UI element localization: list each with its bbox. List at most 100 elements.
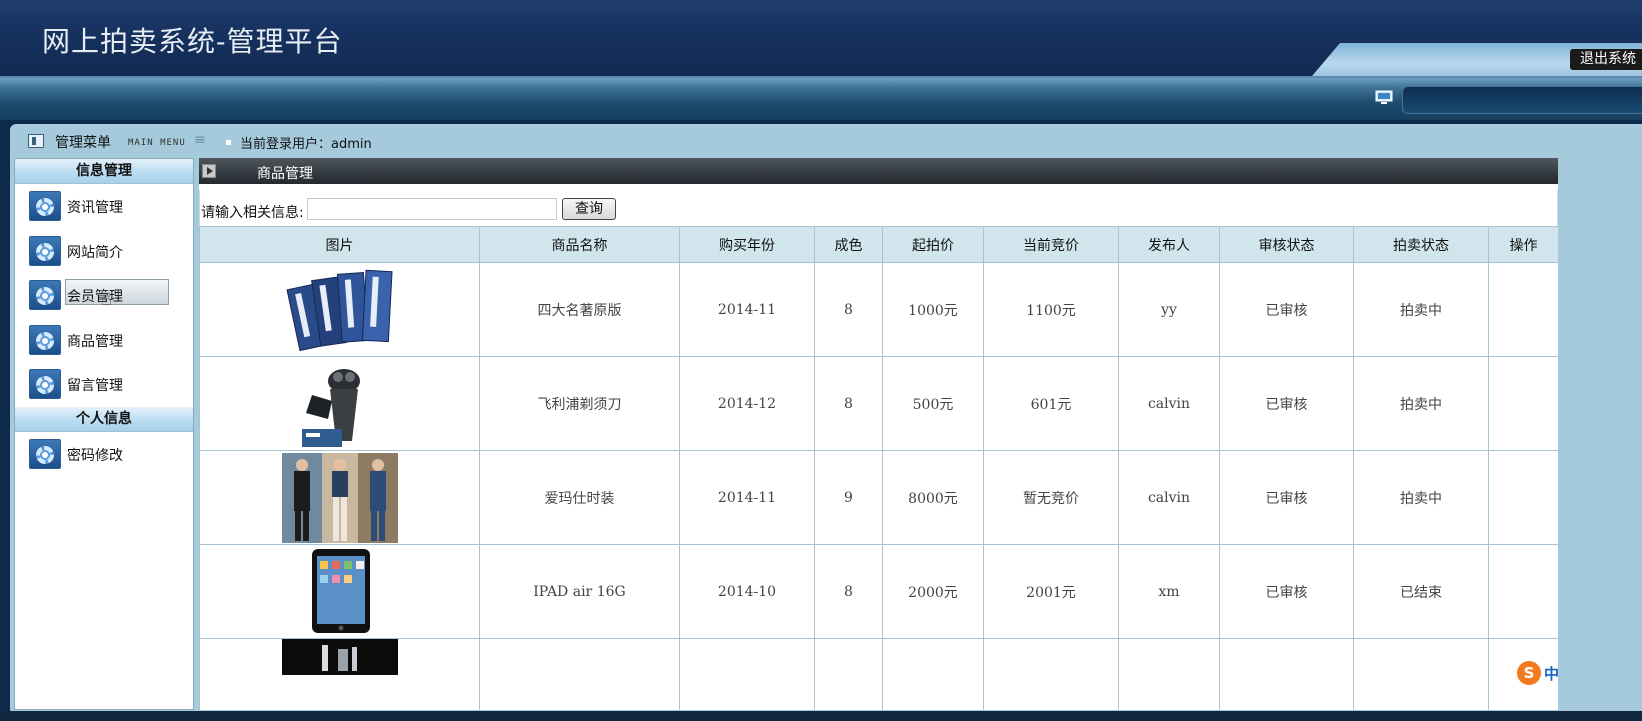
- image-cell: [199, 638, 480, 710]
- gear-icon: [29, 235, 61, 266]
- publisher-cell: [1118, 638, 1220, 710]
- publisher-cell: calvin: [1118, 450, 1220, 545]
- table-row[interactable]: [199, 638, 1558, 710]
- condition-cell: 8: [814, 262, 883, 357]
- review-status-cell: 已审核: [1219, 356, 1354, 451]
- review-status-cell: [1219, 638, 1354, 710]
- sidebar-item-members[interactable]: 会员管理 ☝: [15, 273, 193, 318]
- fashion-photo: [281, 452, 398, 543]
- auction-status-cell: 拍卖中: [1353, 356, 1489, 451]
- top-bar: 管理菜单 MAIN MENU ≡ 当前登录用户：admin: [10, 124, 1642, 160]
- action-cell[interactable]: [1488, 544, 1558, 639]
- column-header: 当前竞价: [983, 226, 1119, 263]
- product-name-cell: 飞利浦剃须刀: [479, 356, 680, 451]
- condition-cell: 8: [814, 356, 883, 451]
- search-button[interactable]: 查询: [562, 198, 616, 220]
- table-row[interactable]: 飞利浦剃须刀 2014-12 8 500元 601元 calvin 已审核 拍卖…: [199, 356, 1558, 451]
- image-cell: [199, 450, 480, 545]
- books-photo: [281, 264, 398, 355]
- sogou-logo-icon: S: [1517, 661, 1541, 685]
- panel-title: 商品管理: [257, 166, 313, 182]
- column-header: 操作: [1488, 226, 1558, 263]
- monitor-icon: [1375, 90, 1393, 104]
- main-panel: 商品管理 请输入相关信息: 查询 图片 商品名称 购买年份 成色 起拍价 当前竞…: [199, 158, 1558, 710]
- year-cell: [679, 638, 815, 710]
- action-cell[interactable]: [1488, 450, 1558, 545]
- sidebar-item-label: 资讯管理: [67, 200, 123, 216]
- sidebar-item-label: 商品管理: [67, 333, 123, 350]
- play-icon: [202, 164, 216, 178]
- list-icon[interactable]: ≡: [194, 132, 206, 148]
- table-row[interactable]: IPAD air 16G 2014-10 8 2000元 2001元 xm 已审…: [199, 544, 1558, 639]
- condition-cell: 9: [814, 450, 883, 545]
- auction-status-cell: 拍卖中: [1353, 262, 1489, 357]
- year-cell: 2014-11: [679, 262, 815, 357]
- start-price-cell: 8000元: [882, 450, 984, 545]
- review-status-cell: 已审核: [1219, 450, 1354, 545]
- sidebar-item-goods[interactable]: 商品管理: [15, 318, 193, 363]
- right-scroll-area[interactable]: [1562, 158, 1642, 710]
- action-cell[interactable]: [1488, 262, 1558, 357]
- column-header: 购买年份: [679, 226, 815, 263]
- current-bid-cell: 1100元: [983, 262, 1119, 357]
- sidebar-item-password[interactable]: 密码修改: [15, 432, 193, 477]
- year-cell: 2014-11: [679, 450, 815, 545]
- start-price-cell: [882, 638, 984, 710]
- start-price-cell: 2000元: [882, 544, 984, 639]
- ime-indicator[interactable]: S 中: [1517, 660, 1567, 686]
- search-input[interactable]: [307, 198, 557, 220]
- sidebar-section-personal[interactable]: 个人信息: [15, 406, 193, 432]
- column-header: 审核状态: [1219, 226, 1354, 263]
- condition-cell: [814, 638, 883, 710]
- logout-button[interactable]: 退出系统: [1570, 49, 1642, 70]
- sidebar-item-label: 留言管理: [67, 378, 123, 394]
- image-cell: [199, 544, 480, 639]
- publisher-cell: yy: [1118, 262, 1220, 357]
- gear-icon: [29, 324, 61, 355]
- auction-status-cell: 拍卖中: [1353, 450, 1489, 545]
- image-cell: [199, 262, 480, 357]
- publisher-cell: xm: [1118, 544, 1220, 639]
- gear-icon: [29, 438, 61, 469]
- nav-band: [0, 78, 1642, 120]
- year-cell: 2014-10: [679, 544, 815, 639]
- search-label: 请输入相关信息:: [201, 205, 304, 221]
- sidebar-item-label: 网站简介: [67, 244, 123, 261]
- menu-title: 管理菜单: [55, 135, 111, 151]
- product-name-cell: 爱玛仕时装: [479, 450, 680, 545]
- column-header: 起拍价: [882, 226, 984, 263]
- search-bar: 请输入相关信息: 查询: [199, 190, 1558, 226]
- menu-icon: [28, 134, 44, 148]
- sidebar-item-site-intro[interactable]: 网站简介: [15, 229, 193, 274]
- panel-header: 商品管理: [199, 158, 1558, 184]
- sidebar: 信息管理 资讯管理 网站简介 会员管理 ☝ 商品管理 留言管理 个人信息 密码修…: [14, 158, 194, 710]
- product-name-cell: IPAD air 16G: [479, 544, 680, 639]
- current-bid-cell: 601元: [983, 356, 1119, 451]
- sidebar-item-messages[interactable]: 留言管理: [15, 362, 193, 407]
- shaver-photo: [281, 358, 398, 449]
- start-price-cell: 500元: [882, 356, 984, 451]
- ipad-photo: [281, 546, 398, 637]
- sidebar-section-info[interactable]: 信息管理: [15, 159, 193, 184]
- column-header: 发布人: [1118, 226, 1220, 263]
- table-row[interactable]: 爱玛仕时装 2014-11 9 8000元 暂无竞价 calvin 已审核 拍卖…: [199, 450, 1558, 545]
- column-header: 图片: [199, 226, 480, 263]
- auction-status-cell: [1353, 638, 1489, 710]
- product-name-cell: 四大名著原版: [479, 262, 680, 357]
- goods-table: 图片 商品名称 购买年份 成色 起拍价 当前竞价 发布人 审核状态 拍卖状态 操…: [199, 226, 1558, 710]
- bullet-icon: [226, 140, 231, 145]
- sidebar-item-label: 会员管理: [67, 289, 123, 305]
- nav-right-bar: [1402, 86, 1642, 114]
- gear-icon: [29, 280, 61, 310]
- sidebar-item-label: 密码修改: [67, 447, 123, 464]
- sidebar-item-news[interactable]: 资讯管理: [15, 184, 193, 229]
- current-bid-cell: 暂无竞价: [983, 450, 1119, 545]
- table-row[interactable]: 四大名著原版 2014-11 8 1000元 1100元 yy 已审核 拍卖中: [199, 262, 1558, 357]
- column-header: 拍卖状态: [1353, 226, 1489, 263]
- action-cell[interactable]: [1488, 356, 1558, 451]
- auction-status-cell: 已结束: [1353, 544, 1489, 639]
- product-name-cell: [479, 638, 680, 710]
- ime-mode-label: 中: [1544, 665, 1560, 683]
- review-status-cell: 已审核: [1219, 262, 1354, 357]
- content-frame: 管理菜单 MAIN MENU ≡ 当前登录用户：admin 信息管理 资讯管理 …: [10, 124, 1642, 715]
